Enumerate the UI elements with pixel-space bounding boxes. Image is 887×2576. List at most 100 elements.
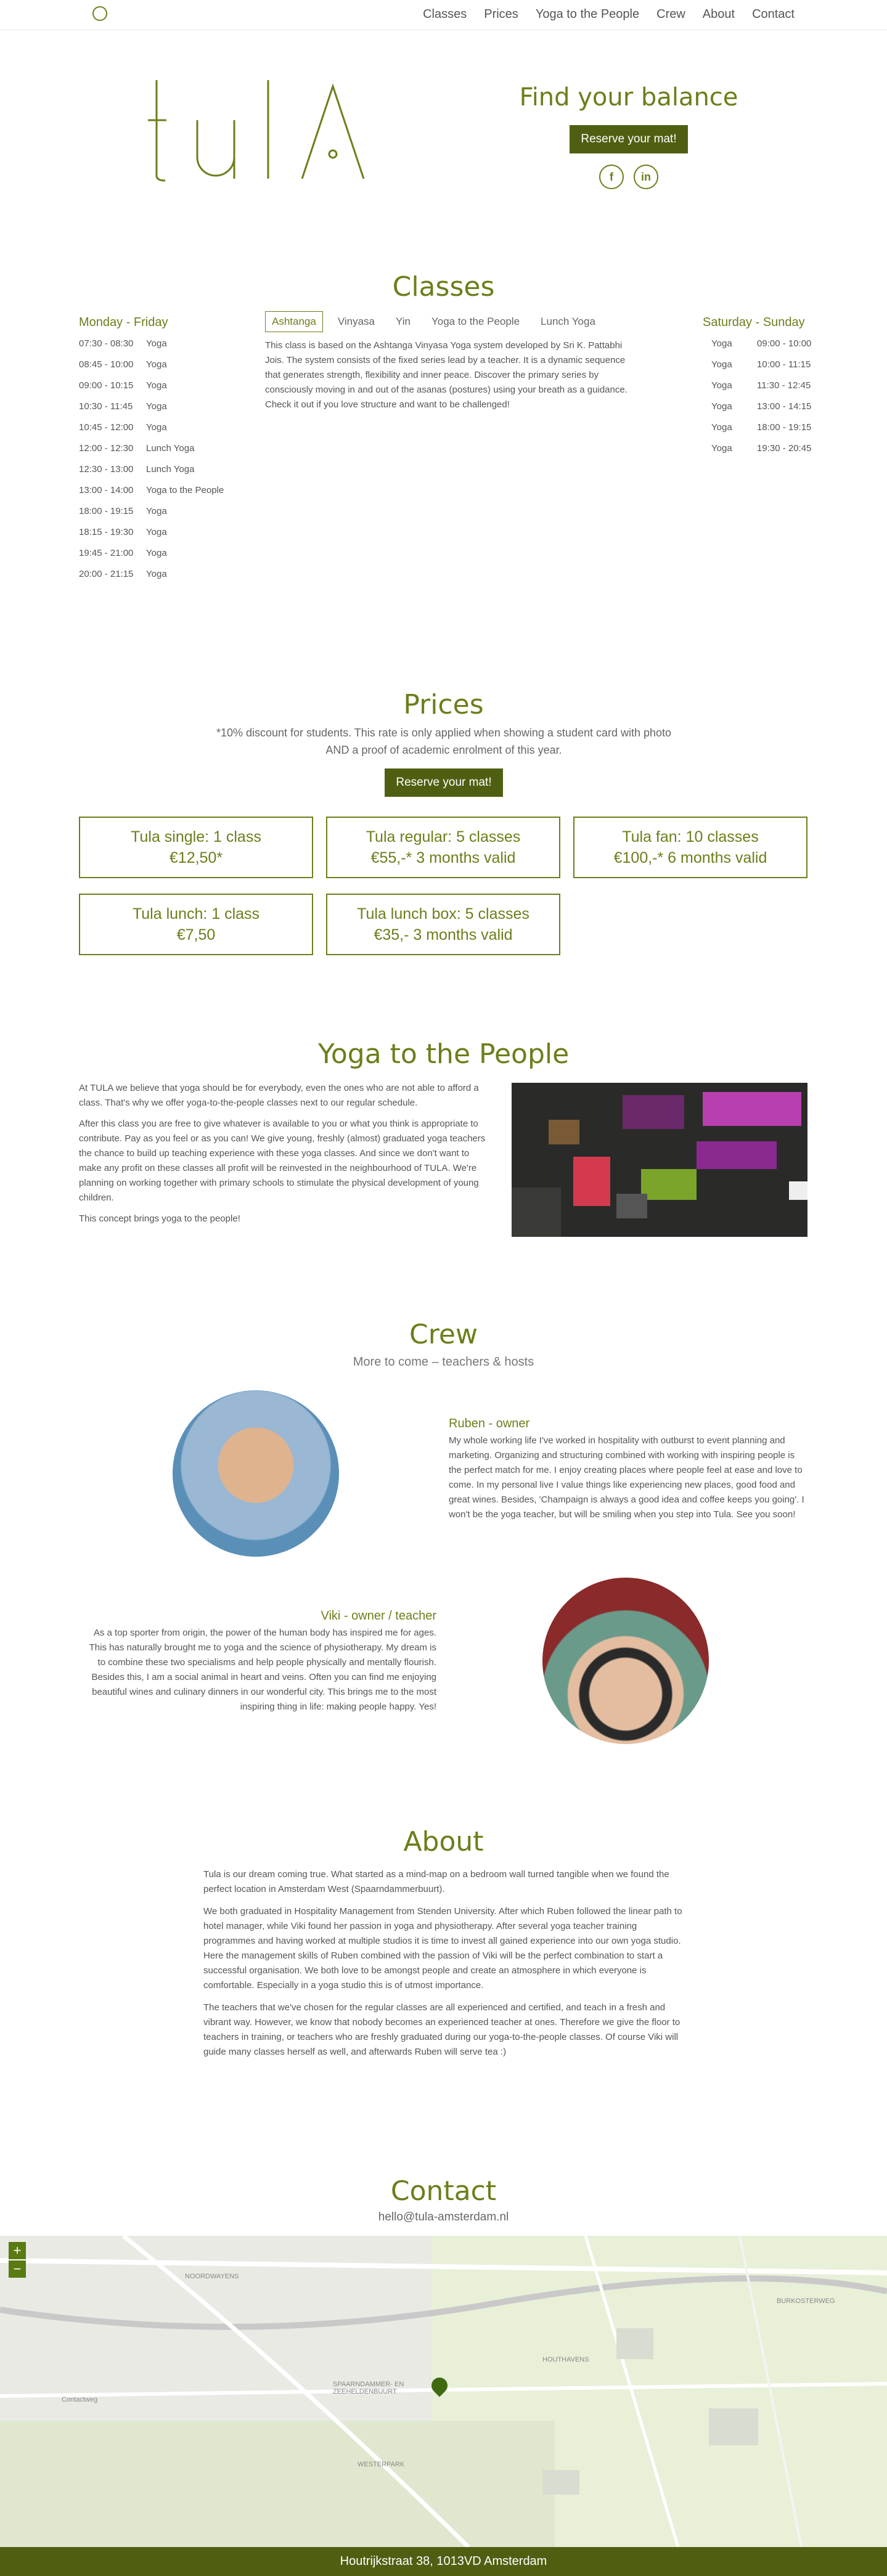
class-time: 13:00 - 14:15 [757,401,812,412]
schedule-row: 12:00 - 12:30 Lunch Yoga [79,443,251,464]
class-name: Yoga [146,338,167,349]
class-time: 10:30 - 11:45 [79,401,133,412]
price-card-price: €55,-* 3 months valid [370,849,516,866]
tula-logo: tula [148,74,365,182]
logo-icon[interactable] [92,6,107,21]
paragraph: Tula is our dream coming true. What star… [203,1869,669,1894]
class-name: Yoga [146,569,167,579]
weekend-schedule: Saturday - Sunday Yoga 09:00 - 10:00 Yoga 1… [703,316,826,464]
class-name: Yoga [711,338,732,349]
nav-link-about[interactable]: About [703,7,735,22]
class-name: Yoga [146,422,167,433]
class-time: 20:00 - 21:15 [79,569,134,579]
tab-description: This class is based on the Ashtanga Viny… [265,340,627,410]
price-card-name: Tula lunch: 1 class [132,905,260,923]
schedule-row: 07:30 - 08:30 Yoga [79,338,251,359]
crew-name: Viki - owner / teacher [321,1609,437,1623]
schedule-row: Yoga 13:00 - 14:15 [711,401,826,422]
class-time: 18:15 - 19:30 [79,527,134,537]
contact-email[interactable]: hello@tula-amsterdam.nl [0,2211,887,2224]
note-line: *10% discount for students. This rate is… [216,727,672,739]
class-time: 12:00 - 12:30 [79,443,134,454]
class-time: 18:00 - 19:15 [757,422,812,433]
price-card-price: €100,-* 6 months valid [613,849,767,866]
class-time: 10:45 - 12:00 [79,422,134,433]
nav-link-yoga-to-the-people[interactable]: Yoga to the People [536,7,639,22]
weekday-heading: Monday - Friday [79,316,168,329]
class-time: 13:00 - 14:00 [79,485,134,495]
nav-link-crew[interactable]: Crew [656,7,685,22]
crew-member-viki: Viki - owner / teacher As a top sporter … [85,1608,436,1714]
price-card-name: Tula lunch box: 5 classes [357,905,529,923]
price-card-name: Tula single: 1 class [131,828,261,846]
contact-title: Contact [390,2175,497,2207]
schedule-row: 10:30 - 11:45 Yoga [79,401,251,422]
prices-title: Prices [403,689,484,720]
schedule-row: Yoga 09:00 - 10:00 [711,338,826,359]
price-card[interactable]: Tula single: 1 class €12,50* [79,817,313,878]
schedule-row: 13:00 - 14:00 Yoga to the People [79,485,251,506]
nav-link-classes[interactable]: Classes [423,7,467,22]
tab-ashtanga[interactable]: Ashtanga [265,311,323,332]
note-line: AND a proof of academic enrolment of thi… [325,744,562,756]
tab-yin[interactable]: Yin [390,312,417,332]
price-card[interactable]: Tula lunch: 1 class €7,50 [79,894,313,955]
tab-lunch-yoga[interactable]: Lunch Yoga [534,312,602,332]
paragraph: At TULA we believe that yoga should be f… [79,1083,479,1108]
zoom-in-button[interactable]: + [9,2242,26,2259]
crew-title: Crew [409,1319,478,1350]
ytp-title: Yoga to the People [317,1038,570,1070]
reserve-button[interactable]: Reserve your mat! [570,125,688,153]
price-card-price: €35,- 3 months valid [374,926,513,944]
price-card[interactable]: Tula regular: 5 classes €55,-* 3 months … [326,817,560,878]
class-time: 19:45 - 21:00 [79,548,134,558]
reserve-button[interactable]: Reserve your mat! [385,768,503,797]
tab-yoga-to-the-people[interactable]: Yoga to the People [425,312,526,332]
schedule-row: Yoga 18:00 - 19:15 [711,422,826,443]
price-card-price: €12,50* [169,849,223,866]
class-time: 10:00 - 11:15 [757,359,811,370]
facebook-icon[interactable]: f [599,165,624,189]
class-name: Yoga [711,443,732,454]
nav-links: Classes Prices Yoga to the People Crew A… [423,7,795,22]
class-name: Yoga [711,422,732,433]
avatar-viki [542,1578,709,1744]
class-name: Yoga [711,380,732,391]
top-navbar: Classes Prices Yoga to the People Crew A… [0,0,887,30]
footer-address: Houtrijkstraat 38, 1013VD Amsterdam [0,2547,887,2576]
zoom-out-button[interactable]: − [9,2260,26,2278]
logo-text: tula [148,74,164,76]
social-links: f in [512,165,746,189]
class-name: Lunch Yoga [146,464,195,475]
weekday-schedule: Monday - Friday 07:30 - 08:30 Yoga 08:45 -… [79,316,251,590]
paragraph: This concept brings yoga to the people! [79,1213,240,1224]
class-name: Yoga [146,359,167,370]
price-card-name: Tula regular: 5 classes [366,828,521,846]
weekend-heading: Saturday - Sunday [703,316,805,329]
price-card[interactable]: Tula lunch box: 5 classes €35,- 3 months… [326,894,560,955]
paragraph: After this class you are free to give wh… [79,1119,486,1203]
class-tabs: Ashtanga Vinyasa Yin Yoga to the People … [265,311,629,412]
avatar-ruben [173,1390,339,1557]
ytp-text: At TULA we believe that yoga should be f… [79,1081,492,1233]
schedule-row: 09:00 - 10:15 Yoga [79,380,251,401]
about-text: Tula is our dream coming true. What star… [203,1867,684,2067]
linkedin-icon[interactable]: in [634,165,658,189]
class-time: 09:00 - 10:00 [757,338,812,349]
schedule-row: 10:45 - 12:00 Yoga [79,422,251,443]
class-name: Yoga [146,548,167,558]
price-card[interactable]: Tula fan: 10 classes €100,-* 6 months va… [573,817,807,878]
classes-title: Classes [392,271,495,303]
schedule-row: 18:00 - 19:15 Yoga [79,506,251,527]
class-name: Yoga [711,401,732,412]
schedule-row: 20:00 - 21:15 Yoga [79,569,251,590]
price-card-price: €7,50 [176,926,216,944]
map-label: NOORDWAYENS [185,2273,239,2280]
schedule-row: 12:30 - 13:00 Lunch Yoga [79,464,251,485]
tab-vinyasa[interactable]: Vinyasa [332,312,381,332]
nav-link-prices[interactable]: Prices [484,7,518,22]
schedule-row: 08:45 - 10:00 Yoga [79,359,251,380]
nav-link-contact[interactable]: Contact [752,7,795,22]
location-map[interactable]: HOUTHAVENS SPAARNDAMMER- EN ZEEHELDENBUU… [0,2236,887,2547]
crew-bio: My whole working life I've worked in hos… [449,1435,804,1520]
